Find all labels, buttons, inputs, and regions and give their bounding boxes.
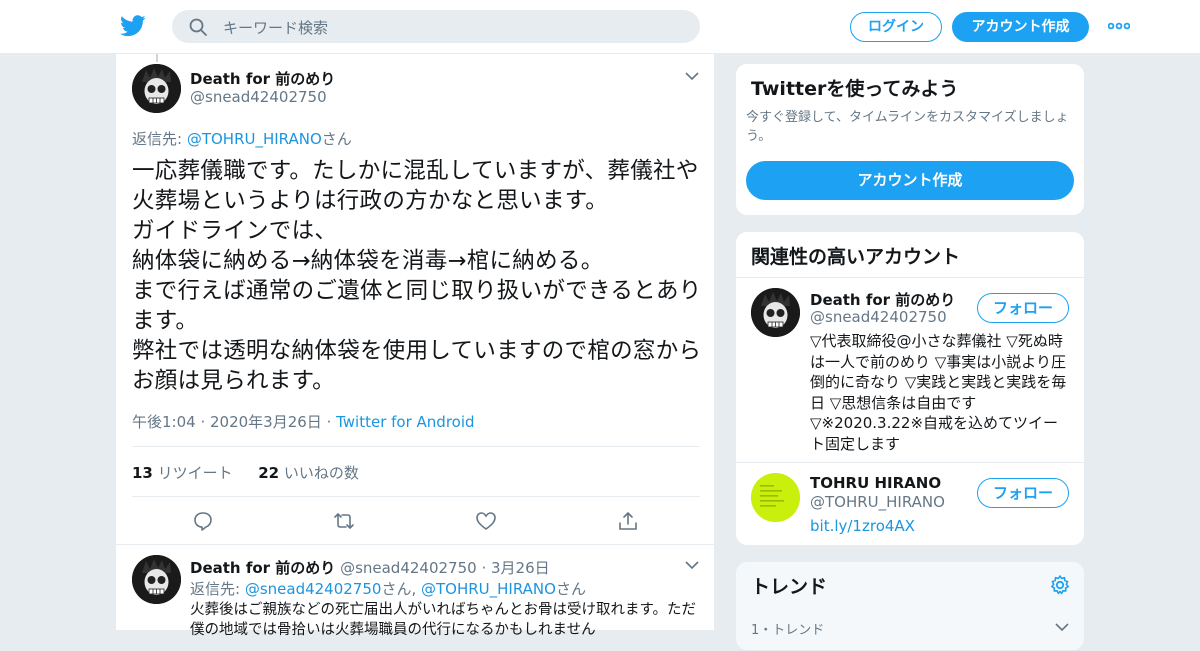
- login-button[interactable]: ログイン: [850, 12, 942, 42]
- thread-line: [156, 54, 158, 62]
- reply-to-line: 返信先: @snead42402750さん, @TOHRU_HIRANOさん: [190, 580, 586, 598]
- account-name[interactable]: Death for 前のめり: [810, 289, 955, 310]
- trends-title: トレンド: [751, 576, 828, 598]
- reply-to-user-link[interactable]: @TOHRU_HIRANO: [421, 580, 556, 598]
- skull-avatar-icon: [132, 555, 181, 604]
- signup-promo-card: Twitterを使ってみよう 今すぐ登録して、タイムラインをカスタマイズしましょ…: [735, 63, 1085, 216]
- account-bio-link[interactable]: bit.ly/1zro4AX: [810, 517, 915, 535]
- reply-header: Death for 前のめり @snead42402750 · 3月26日: [190, 557, 550, 578]
- tweet-stats: 13 リツイート 22 いいねの数: [132, 462, 359, 483]
- reply-to-user-link[interactable]: @TOHRU_HIRANO: [187, 130, 322, 148]
- signup-button[interactable]: アカウント作成: [952, 12, 1089, 42]
- chevron-down-icon[interactable]: [1055, 622, 1069, 632]
- chevron-down-icon[interactable]: [685, 560, 699, 570]
- skull-avatar-icon: [132, 64, 181, 113]
- reply-to-user-link[interactable]: @snead42402750: [245, 580, 382, 598]
- divider: [132, 496, 700, 497]
- promo-title: Twitterを使ってみよう: [751, 78, 959, 100]
- account-bio: ▽代表取締役@小さな葬儀社 ▽死ぬ時は一人で前のめり ▽事実は小説より圧倒的に奇…: [810, 332, 1067, 453]
- trend-item-rank[interactable]: 1・トレンド: [751, 619, 824, 638]
- tweet-meta: 午後1:04 · 2020年3月26日 · Twitter for Androi…: [132, 413, 475, 431]
- reply-text: 火葬後はご親族などの死亡届出人がいればちゃんとお骨は受け取れます。ただ僕の地域で…: [190, 602, 697, 638]
- retweet-icon[interactable]: [333, 510, 355, 532]
- reply-date[interactable]: · 3月26日: [481, 559, 549, 577]
- divider: [736, 462, 1084, 463]
- related-accounts-card: 関連性の高いアカウント Death for 前のめり @snead4240275…: [735, 231, 1085, 546]
- divider: [736, 277, 1084, 278]
- author-name[interactable]: Death for 前のめり: [190, 68, 335, 89]
- retweet-stat[interactable]: 13 リツイート: [132, 464, 233, 482]
- reply-author-name[interactable]: Death for 前のめり: [190, 559, 335, 577]
- account-handle[interactable]: @TOHRU_HIRANO: [810, 493, 945, 511]
- like-stat[interactable]: 22 いいねの数: [258, 464, 359, 482]
- chevron-down-icon[interactable]: [685, 71, 699, 81]
- promo-signup-button[interactable]: アカウント作成: [746, 161, 1074, 200]
- top-navigation-bar: キーワード検索 ログイン アカウント作成: [0, 0, 1200, 54]
- search-placeholder: キーワード検索: [223, 19, 329, 37]
- account-avatar[interactable]: [751, 473, 800, 522]
- search-bar[interactable]: キーワード検索: [172, 10, 700, 43]
- skull-avatar-icon: [751, 288, 800, 337]
- follow-button[interactable]: フォロー: [977, 478, 1069, 508]
- share-icon[interactable]: [617, 510, 639, 532]
- reply-icon[interactable]: [192, 510, 214, 532]
- yellow-text-logo-icon: [751, 473, 800, 522]
- search-icon: [189, 18, 207, 36]
- trends-card: トレンド 1・トレンド: [735, 561, 1085, 651]
- promo-text: 今すぐ登録して、タイムラインをカスタマイズしましょう。: [746, 110, 1069, 144]
- author-avatar[interactable]: [132, 64, 181, 113]
- twitter-logo-icon[interactable]: [120, 14, 146, 38]
- follow-button[interactable]: フォロー: [977, 293, 1069, 323]
- gear-icon[interactable]: [1049, 574, 1071, 596]
- reply-author-handle[interactable]: @snead42402750: [340, 559, 477, 577]
- account-name[interactable]: TOHRU HIRANO: [810, 474, 941, 492]
- more-options-icon[interactable]: [1108, 19, 1130, 33]
- divider: [116, 544, 716, 545]
- account-handle[interactable]: @snead42402750: [810, 308, 947, 326]
- account-avatar[interactable]: [751, 288, 800, 337]
- tweet-text: 一応葬儀職です。たしかに混乱していますが、葬儀社や火葬場というよりは行政の方かな…: [132, 158, 702, 394]
- reply-author-avatar[interactable]: [132, 555, 181, 604]
- tweet-column: Death for 前のめり @snead42402750 返信先: @TOHR…: [115, 54, 716, 638]
- author-handle[interactable]: @snead42402750: [190, 88, 327, 106]
- divider: [132, 446, 700, 447]
- reply-to-line: 返信先: @TOHRU_HIRANOさん: [132, 130, 352, 148]
- related-title: 関連性の高いアカウント: [751, 246, 961, 268]
- like-heart-icon[interactable]: [475, 510, 497, 532]
- tweet-source-link[interactable]: Twitter for Android: [336, 413, 474, 431]
- tweet-timestamp[interactable]: 午後1:04 · 2020年3月26日: [132, 413, 322, 431]
